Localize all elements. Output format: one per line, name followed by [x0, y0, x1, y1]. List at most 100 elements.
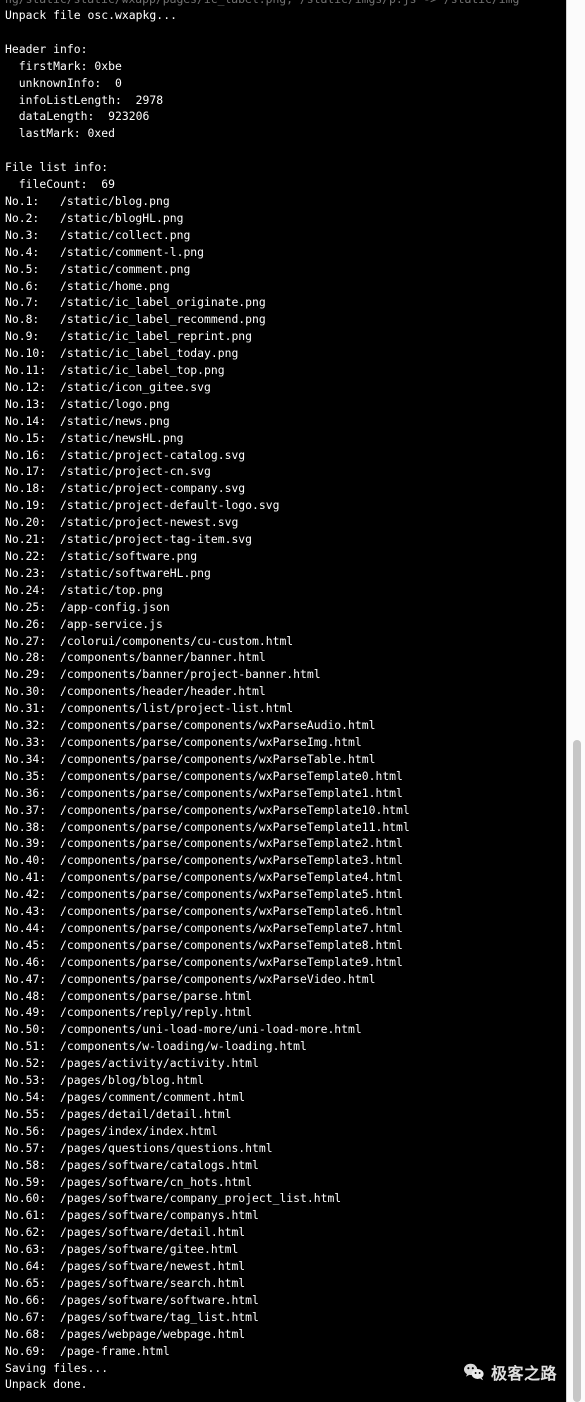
file-index-label: No.3:	[5, 227, 40, 242]
file-list-row: No.39: /components/parse/components/wxPar…	[5, 835, 566, 852]
terminal-output-pane[interactable]: ng/static/static/wxapp/pages/ic_label.pn…	[0, 0, 566, 1402]
file-path-label: /static/ic_label_today.png	[60, 346, 239, 361]
file-path-label: /static/news.png	[60, 413, 170, 428]
file-list-row: No.8: /static/ic_label_recommend.png	[5, 311, 566, 328]
file-list-row: No.21: /static/project-tag-item.svg	[5, 531, 566, 548]
file-index-label: No.36:	[5, 785, 47, 800]
file-path-label: /pages/software/tag_list.html	[60, 1309, 259, 1324]
file-list-row: No.18: /static/project-company.svg	[5, 480, 566, 497]
file-list-row: No.48: /components/parse/parse.html	[5, 988, 566, 1005]
file-list-row: No.2: /static/blogHL.png	[5, 210, 566, 227]
file-list-row: No.3: /static/collect.png	[5, 227, 566, 244]
unpack-start-line: Unpack file osc.wxapkg...	[5, 8, 177, 22]
file-path-label: /components/parse/components/wxParseVide…	[60, 971, 376, 986]
file-path-label: /components/reply/reply.html	[60, 1005, 253, 1020]
file-list-row: No.37: /components/parse/components/wxPar…	[5, 802, 566, 819]
file-index-label: No.44:	[5, 920, 47, 935]
file-path-label: /components/parse/components/wxParseTemp…	[60, 768, 403, 783]
file-path-label: /components/parse/components/wxParseTemp…	[60, 904, 403, 919]
file-list-row: No.54: /pages/comment/comment.html	[5, 1089, 566, 1106]
file-list-row: No.41: /components/parse/components/wxPar…	[5, 869, 566, 886]
file-list-row: No.51: /components/w-loading/w-loading.ht…	[5, 1038, 566, 1055]
file-list-row: No.13: /static/logo.png	[5, 396, 566, 413]
file-index-label: No.34:	[5, 751, 47, 766]
file-index-label: No.24:	[5, 582, 47, 597]
file-path-label: /components/parse/components/wxParseTemp…	[60, 870, 403, 885]
file-index-label: No.17:	[5, 464, 47, 479]
file-list-row: No.40: /components/parse/components/wxPar…	[5, 852, 566, 869]
file-path-label: /static/blogHL.png	[60, 210, 184, 225]
file-index-label: No.40:	[5, 853, 47, 868]
file-list-row: No.5: /static/comment.png	[5, 261, 566, 278]
file-list-row: No.6: /static/home.png	[5, 278, 566, 295]
file-list-row: No.1: /static/blog.png	[5, 193, 566, 210]
file-path-label: /components/parse/components/wxParseTemp…	[60, 819, 410, 834]
file-index-label: No.27:	[5, 633, 47, 648]
file-path-label: /static/softwareHL.png	[60, 565, 211, 580]
file-path-label: /pages/comment/comment.html	[60, 1090, 246, 1104]
file-path-label: /components/parse/components/wxParseTabl…	[60, 751, 376, 766]
file-path-label: /static/blog.png	[60, 193, 170, 208]
file-index-label: No.41:	[5, 870, 47, 885]
file-index-label: No.31:	[5, 701, 47, 716]
header-field-data-length: dataLength: 923206	[5, 109, 150, 124]
file-list-row: No.23: /static/softwareHL.png	[5, 565, 566, 582]
file-path-label: /pages/software/newest.html	[60, 1259, 246, 1274]
file-index-label: No.19:	[5, 498, 47, 513]
vertical-scrollbar[interactable]	[566, 0, 585, 1402]
file-index-label: No.37:	[5, 802, 47, 817]
file-index-label: No.64:	[5, 1259, 47, 1274]
file-index-label: No.45:	[5, 937, 47, 952]
file-list-row: No.36: /components/parse/components/wxPar…	[5, 785, 566, 802]
file-index-label: No.11:	[5, 363, 47, 378]
file-list-row: No.27: /colorui/components/cu-custom.html	[5, 633, 566, 650]
file-path-label: /app-config.json	[60, 599, 170, 614]
file-index-label: No.67:	[5, 1309, 47, 1324]
file-list-row: No.25: /app-config.json	[5, 599, 566, 616]
file-path-label: /static/project-cn.svg	[60, 464, 211, 479]
file-index-label: No.32:	[5, 718, 47, 733]
file-list-row: No.42: /components/parse/components/wxPar…	[5, 886, 566, 903]
file-path-label: /static/ic_label_top.png	[60, 363, 225, 378]
file-path-label: /static/software.png	[60, 549, 198, 563]
file-index-label: No.51:	[5, 1039, 47, 1054]
file-list-row: No.35: /components/parse/components/wxPar…	[5, 768, 566, 785]
file-path-label: /pages/software/company_project_list.htm…	[60, 1191, 342, 1206]
file-path-label: /pages/software/software.html	[60, 1292, 259, 1307]
file-index-label: No.56:	[5, 1123, 47, 1138]
file-path-label: /components/parse/components/wxParseTemp…	[60, 954, 403, 969]
file-index-label: No.20:	[5, 515, 47, 530]
file-index-label: No.9:	[5, 329, 40, 344]
file-index-label: No.6:	[5, 278, 40, 293]
file-list-row: No.38: /components/parse/components/wxPar…	[5, 819, 566, 836]
file-list-row: No.7: /static/ic_label_originate.png	[5, 294, 566, 311]
file-index-label: No.14:	[5, 413, 47, 428]
file-list-row: No.12: /static/icon_gitee.svg	[5, 379, 566, 396]
file-index-label: No.43:	[5, 904, 47, 919]
scrollbar-thumb[interactable]	[573, 740, 581, 1402]
file-path-label: /static/collect.png	[60, 227, 191, 242]
file-index-label: No.7:	[5, 295, 40, 310]
file-index-label: No.28:	[5, 650, 47, 665]
header-info-title: Header info:	[5, 41, 88, 56]
file-path-label: /components/parse/components/wxParseTemp…	[60, 937, 403, 952]
file-path-label: /pages/software/companys.html	[60, 1208, 259, 1223]
file-path-label: /components/parse/parse.html	[60, 988, 253, 1003]
file-path-label: /components/parse/components/wxParseAudi…	[60, 718, 376, 733]
file-index-label: No.38:	[5, 819, 47, 834]
file-list-row: No.57: /pages/questions/questions.html	[5, 1140, 566, 1157]
file-list-row: No.67: /pages/software/tag_list.html	[5, 1309, 566, 1326]
file-list-row: No.66: /pages/software/software.html	[5, 1292, 566, 1309]
file-list-row: No.56: /pages/index/index.html	[5, 1123, 566, 1140]
file-path-label: /pages/software/gitee.html	[60, 1242, 239, 1257]
file-path-label: /static/project-company.svg	[60, 481, 246, 496]
header-field-last-mark: lastMark: 0xed	[5, 126, 116, 141]
header-field-first-mark: firstMark: 0xbe	[5, 58, 122, 73]
file-list-row: No.24: /static/top.png	[5, 582, 566, 599]
file-list-row: No.34: /components/parse/components/wxPar…	[5, 751, 566, 768]
file-list-row: No.32: /components/parse/components/wxPar…	[5, 717, 566, 734]
file-list: No.1: /static/blog.png No.2: /static/blogHL…	[5, 193, 566, 1360]
unpack-done-line: Unpack done.	[5, 1377, 88, 1392]
file-index-label: No.63:	[5, 1242, 47, 1257]
file-index-label: No.50:	[5, 1022, 47, 1037]
